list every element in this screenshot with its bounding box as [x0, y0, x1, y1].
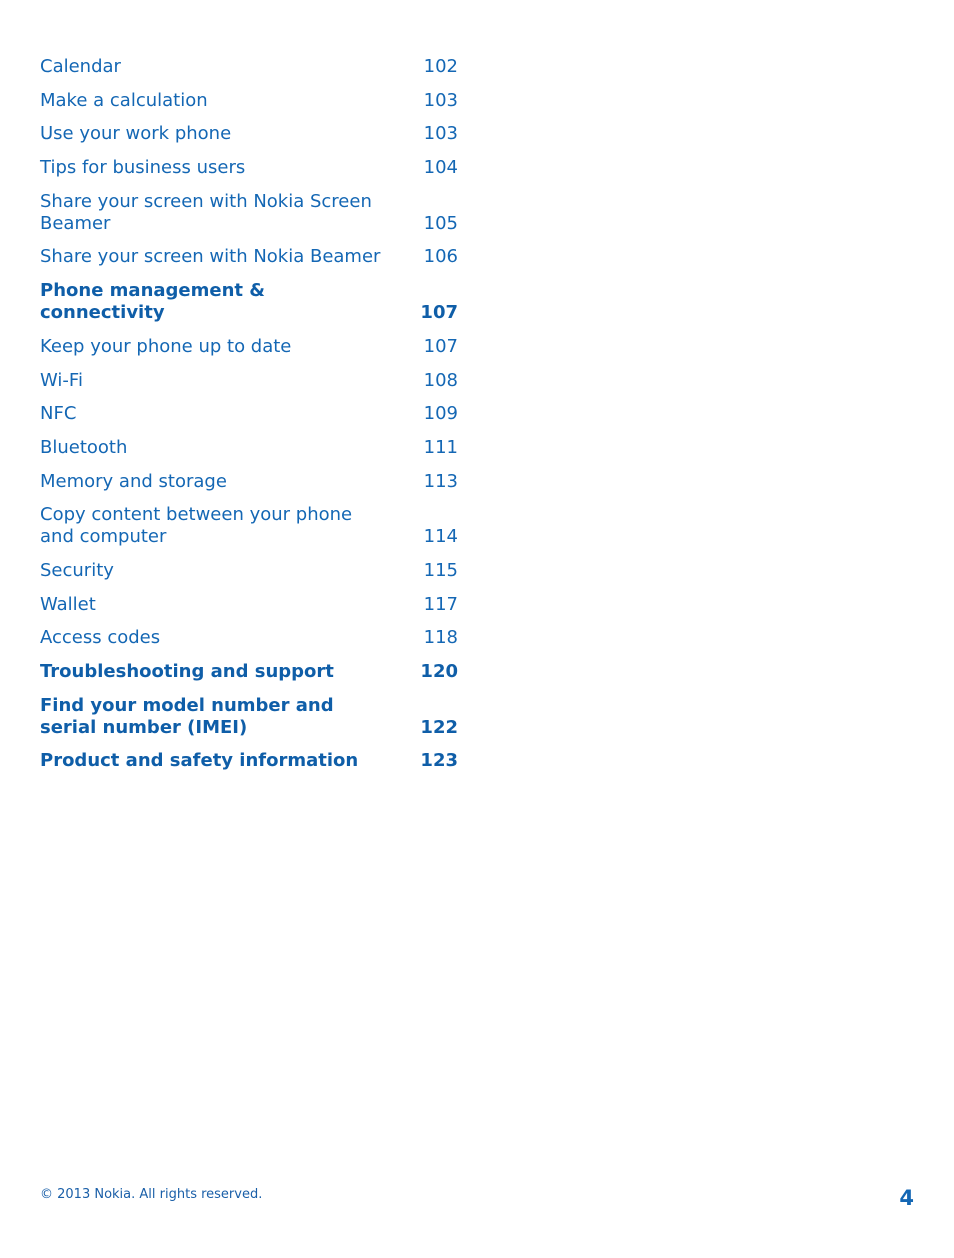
toc-entry[interactable]: Access codes 118 [40, 627, 458, 649]
toc-entry[interactable]: Wallet 117 [40, 594, 458, 616]
toc-entry[interactable]: Calendar 102 [40, 56, 458, 78]
toc-entry-title[interactable]: Bluetooth [40, 437, 390, 459]
table-of-contents: Calendar 102 Make a calculation 103 Use your… [40, 56, 458, 784]
toc-entry[interactable]: Keep your phone up to date 107 [40, 336, 458, 358]
toc-entry-page[interactable]: 107 [418, 302, 458, 324]
toc-entry-title[interactable]: Security [40, 560, 390, 582]
toc-entry-page[interactable]: 106 [418, 246, 458, 268]
toc-entry-page[interactable]: 109 [418, 403, 458, 425]
toc-entry-page[interactable]: 111 [418, 437, 458, 459]
toc-entry[interactable]: Make a calculation 103 [40, 90, 458, 112]
toc-entry[interactable]: Memory and storage 113 [40, 471, 458, 493]
toc-entry-title[interactable]: Keep your phone up to date [40, 336, 390, 358]
toc-entry[interactable]: Tips for business users 104 [40, 157, 458, 179]
toc-entry-title[interactable]: Product and safety information [40, 750, 390, 772]
toc-entry-title[interactable]: Memory and storage [40, 471, 390, 493]
toc-entry-title[interactable]: Share your screen with Nokia Screen Beam… [40, 191, 390, 235]
toc-entry[interactable]: Bluetooth 111 [40, 437, 458, 459]
toc-entry[interactable]: Security 115 [40, 560, 458, 582]
toc-entry[interactable]: Product and safety information 123 [40, 750, 458, 772]
copyright-footer: © 2013 Nokia. All rights reserved. [40, 1187, 263, 1202]
toc-entry-page[interactable]: 118 [418, 627, 458, 649]
toc-entry-title[interactable]: Phone management & connectivity [40, 280, 390, 324]
toc-entry-title[interactable]: Make a calculation [40, 90, 390, 112]
toc-entry-page[interactable]: 115 [418, 560, 458, 582]
toc-entry[interactable]: Find your model number and serial number… [40, 695, 458, 739]
toc-entry-page[interactable]: 103 [418, 90, 458, 112]
page-number: 4 [899, 1186, 914, 1210]
toc-entry[interactable]: Use your work phone 103 [40, 123, 458, 145]
toc-entry-page[interactable]: 120 [418, 661, 458, 683]
toc-entry-page[interactable]: 104 [418, 157, 458, 179]
toc-entry-title[interactable]: Wi-Fi [40, 370, 390, 392]
toc-entry-page[interactable]: 105 [418, 213, 458, 235]
toc-entry-page[interactable]: 108 [418, 370, 458, 392]
toc-entry-title[interactable]: Find your model number and serial number… [40, 695, 390, 739]
toc-entry-title[interactable]: Tips for business users [40, 157, 390, 179]
toc-entry-page[interactable]: 122 [418, 717, 458, 739]
toc-entry[interactable]: Share your screen with Nokia Beamer 106 [40, 246, 458, 268]
toc-entry[interactable]: Troubleshooting and support 120 [40, 661, 458, 683]
toc-entry-page[interactable]: 114 [418, 526, 458, 548]
toc-entry-page[interactable]: 113 [418, 471, 458, 493]
toc-entry-page[interactable]: 107 [418, 336, 458, 358]
toc-entry-title[interactable]: Use your work phone [40, 123, 390, 145]
toc-entry-title[interactable]: Calendar [40, 56, 390, 78]
toc-entry[interactable]: Wi-Fi 108 [40, 370, 458, 392]
toc-entry-title[interactable]: NFC [40, 403, 390, 425]
toc-entry-page[interactable]: 102 [418, 56, 458, 78]
toc-entry-page[interactable]: 123 [418, 750, 458, 772]
toc-entry-page[interactable]: 103 [418, 123, 458, 145]
toc-entry[interactable]: Share your screen with Nokia Screen Beam… [40, 191, 458, 235]
toc-entry[interactable]: NFC 109 [40, 403, 458, 425]
toc-entry[interactable]: Copy content between your phone and comp… [40, 504, 458, 548]
toc-entry-title[interactable]: Copy content between your phone and comp… [40, 504, 390, 548]
toc-entry[interactable]: Phone management & connectivity 107 [40, 280, 458, 324]
toc-entry-title[interactable]: Troubleshooting and support [40, 661, 390, 683]
toc-entry-title[interactable]: Share your screen with Nokia Beamer [40, 246, 390, 268]
toc-entry-title[interactable]: Access codes [40, 627, 390, 649]
toc-entry-page[interactable]: 117 [418, 594, 458, 616]
toc-entry-title[interactable]: Wallet [40, 594, 390, 616]
